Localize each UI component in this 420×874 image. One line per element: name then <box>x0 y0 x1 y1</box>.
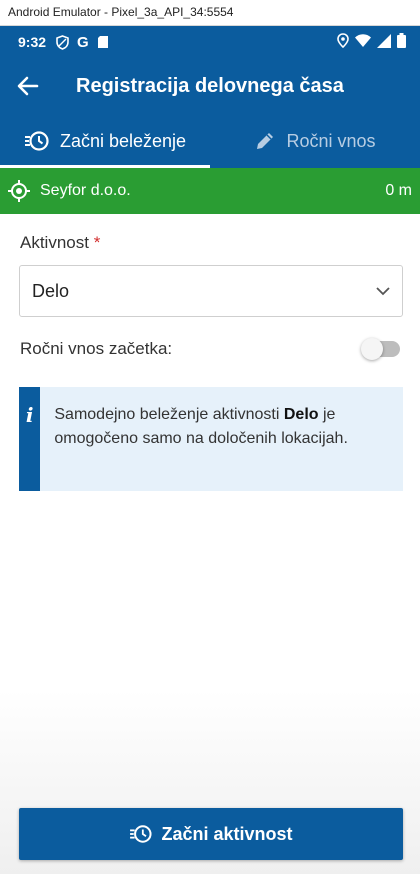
activity-label: Aktivnost * <box>20 233 100 253</box>
tab-manual-entry-label: Ročni vnos <box>286 130 376 151</box>
tab-manual-entry[interactable]: Ročni vnos <box>210 114 420 168</box>
required-mark: * <box>93 233 101 252</box>
info-text-before: Samodejno beleženje aktivnosti <box>54 406 284 423</box>
activity-select-value: Delo <box>32 280 70 301</box>
tab-bar: Začni beleženje Ročni vnos <box>0 114 420 168</box>
info-icon-glyph: i <box>25 403 34 427</box>
activity-select[interactable]: Delo <box>19 265 403 317</box>
battery-icon <box>397 33 406 51</box>
toggle-knob <box>361 338 383 360</box>
pencil-icon <box>257 133 274 149</box>
start-activity-label: Začni aktivnost <box>161 823 293 844</box>
info-text-bold: Delo <box>283 406 319 423</box>
google-icon: G <box>77 33 89 51</box>
back-button[interactable] <box>0 58 56 114</box>
location-bar: Seyfor d.o.o. 0 m <box>0 168 420 214</box>
location-icon <box>337 33 349 51</box>
emulator-title-bar: Android Emulator - Pixel_3a_API_34:5554 <box>0 0 420 26</box>
wifi-icon <box>355 34 371 50</box>
manual-start-label: Ročni vnos začetka: <box>20 339 173 358</box>
emulator-title: Android Emulator - Pixel_3a_API_34:5554 <box>8 5 234 19</box>
tab-start-recording[interactable]: Začni beleženje <box>0 114 210 168</box>
chevron-down-icon <box>376 286 390 296</box>
page-title: Registracija delovnega časa <box>76 74 344 97</box>
location-distance: 0 m <box>385 182 412 199</box>
info-box: i Samodejno beleženje aktivnosti Delo je… <box>19 387 403 491</box>
activity-label-text: Aktivnost <box>20 233 89 252</box>
sd-card-icon <box>97 35 109 49</box>
info-icon: i <box>19 387 41 491</box>
gps-target-icon <box>8 180 30 202</box>
shield-icon <box>56 34 69 50</box>
signal-icon <box>377 33 391 51</box>
info-text: Samodejno beleženje aktivnosti Delo je o… <box>40 387 403 491</box>
status-bar: 9:32 G <box>0 26 420 58</box>
start-activity-button[interactable]: Začni aktivnost <box>19 808 403 860</box>
status-time: 9:32 <box>18 34 47 50</box>
timer-icon <box>130 825 153 843</box>
location-name: Seyfor d.o.o. <box>40 182 131 199</box>
manual-start-row: Ročni vnos začetka: <box>20 336 400 362</box>
manual-start-toggle[interactable] <box>361 338 400 360</box>
tab-start-recording-label: Začni beleženje <box>59 130 187 151</box>
arrow-left-icon <box>17 76 39 96</box>
app-bar: Registracija delovnega časa <box>0 58 420 114</box>
timer-icon <box>24 131 49 151</box>
